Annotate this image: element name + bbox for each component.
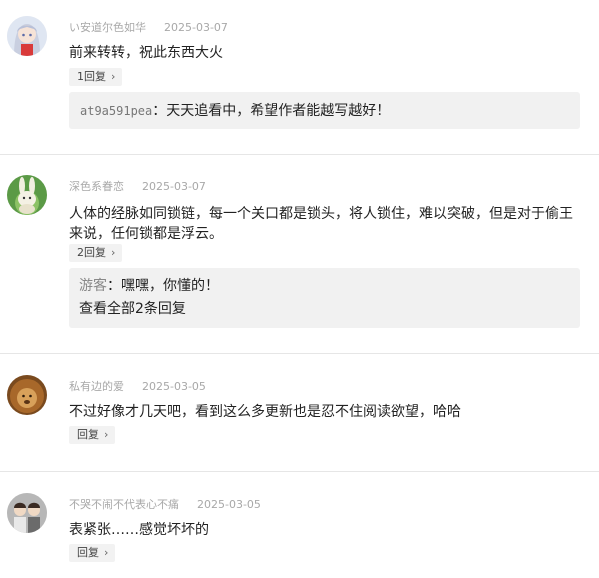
avatar[interactable] bbox=[7, 16, 47, 56]
reply-button-label: 1回复 bbox=[77, 70, 106, 83]
comment-item: 私有边的爱 2025-03-05 不过好像才几天吧，看到这么多更新也是忍不住阅读欲… bbox=[0, 354, 599, 472]
avatar[interactable] bbox=[7, 375, 47, 415]
username[interactable]: 私有边的爱 bbox=[69, 380, 124, 393]
reply-username[interactable]: at9a591pea bbox=[80, 104, 152, 118]
comment-text: 人体的经脉如同锁链，每一个关口都是锁头，将人锁住，难以突破，但是对于偷王来说，任… bbox=[69, 206, 573, 242]
reply-separator: ： bbox=[107, 278, 121, 294]
reply-box: 游客：嘿嘿，你懂的！ 查看全部2条回复 bbox=[69, 268, 580, 328]
chevron-right-icon: › bbox=[104, 546, 109, 559]
comment-item: 深色系眷恋 2025-03-07 人体的经脉如同锁链，每一个关口都是锁头，将人锁住… bbox=[0, 155, 599, 354]
avatar[interactable] bbox=[7, 175, 47, 215]
reply-text: 嘿嘿，你懂的！ bbox=[121, 278, 219, 294]
reply-button[interactable]: 1回复 › bbox=[69, 68, 123, 86]
reply-button-label: 回复 bbox=[77, 428, 99, 441]
chevron-right-icon: › bbox=[104, 428, 109, 441]
reply-button[interactable]: 回复 › bbox=[69, 544, 116, 562]
comment-meta: 不哭不闹不代表心不痛 2025-03-05 bbox=[69, 496, 261, 512]
reply-button-label: 2回复 bbox=[77, 246, 106, 259]
username[interactable]: い安道尔色如华 bbox=[69, 21, 146, 34]
comment-meta: 私有边的爱 2025-03-05 bbox=[69, 378, 206, 394]
reply-item: 游客：嘿嘿，你懂的！ bbox=[79, 276, 219, 296]
reply-button-label: 回复 bbox=[77, 546, 99, 559]
comment-date: 2025-03-07 bbox=[164, 21, 228, 34]
comment-meta: い安道尔色如华 2025-03-07 bbox=[69, 19, 228, 35]
comment-date: 2025-03-05 bbox=[197, 498, 261, 511]
comment-text: 前来转转，祝此东西大火 bbox=[69, 45, 223, 61]
chevron-right-icon: › bbox=[111, 70, 116, 83]
avatar[interactable] bbox=[7, 493, 47, 533]
comment-date: 2025-03-05 bbox=[142, 380, 206, 393]
comment-text: 不过好像才几天吧，看到这么多更新也是忍不住阅读欲望，哈哈 bbox=[69, 404, 461, 420]
comment-item: い安道尔色如华 2025-03-07 前来转转，祝此东西大火 1回复 › at9a5… bbox=[0, 0, 599, 155]
comment-date: 2025-03-07 bbox=[142, 180, 206, 193]
reply-button[interactable]: 2回复 › bbox=[69, 244, 123, 262]
reply-username[interactable]: 游客 bbox=[79, 278, 107, 294]
reply-item: at9a591pea：天天追看中，希望作者能越写越好！ bbox=[80, 101, 390, 121]
comment-list: い安道尔色如华 2025-03-07 前来转转，祝此东西大火 1回复 › at9a5… bbox=[0, 0, 599, 578]
comment-item: 不哭不闹不代表心不痛 2025-03-05 表紧张……感觉坏坏的 回复 › bbox=[0, 472, 599, 578]
username[interactable]: 不哭不闹不代表心不痛 bbox=[69, 498, 179, 511]
reply-text: 天天追看中，希望作者能越写越好！ bbox=[166, 103, 391, 119]
view-all-replies-link[interactable]: 查看全部2条回复 bbox=[79, 299, 186, 319]
comment-meta: 深色系眷恋 2025-03-07 bbox=[69, 178, 206, 194]
reply-button[interactable]: 回复 › bbox=[69, 426, 116, 444]
reply-separator: ： bbox=[152, 103, 167, 119]
reply-box: at9a591pea：天天追看中，希望作者能越写越好！ bbox=[69, 92, 580, 129]
chevron-right-icon: › bbox=[111, 246, 116, 259]
comment-text: 表紧张……感觉坏坏的 bbox=[69, 522, 209, 538]
username[interactable]: 深色系眷恋 bbox=[69, 180, 124, 193]
